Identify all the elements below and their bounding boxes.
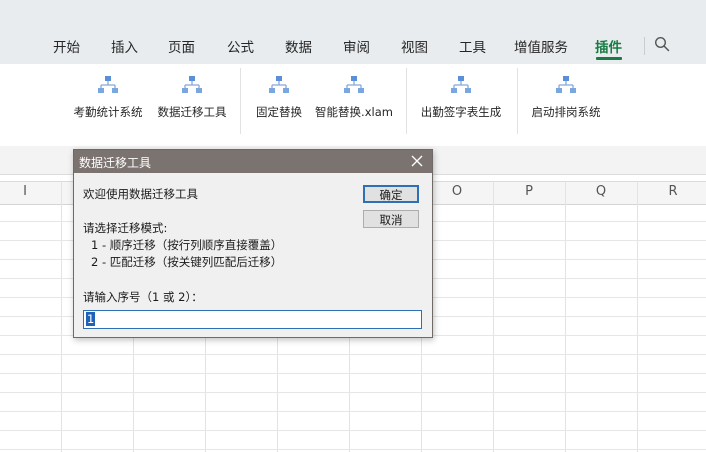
org-chart-icon [269, 76, 289, 93]
search-icon[interactable] [654, 36, 670, 52]
input-value: 1 [86, 312, 96, 326]
ribbon-divider [240, 68, 241, 134]
ribbon-button-label: 固定替换 [256, 105, 302, 119]
data-migration-button[interactable]: 数据迁移工具 [155, 74, 229, 120]
column-header-r[interactable]: R [637, 184, 706, 199]
menu-tools[interactable]: 工具 [459, 36, 486, 56]
org-chart-icon [344, 76, 364, 93]
ribbon-button-label: 出勤签字表生成 [420, 105, 502, 119]
org-chart-icon [556, 76, 576, 93]
option-sequential: 1 - 顺序迁移（按行列顺序直接覆盖） [91, 238, 283, 252]
org-chart-icon [451, 76, 471, 93]
ribbon-divider [406, 68, 407, 134]
data-migration-dialog: 数据迁移工具 欢迎使用数据迁移工具 请选择迁移模式: 1 - 顺序迁移（按行列顺… [73, 149, 433, 338]
shift-scheduling-button[interactable]: 启动排岗系统 [529, 74, 603, 120]
dialog-title: 数据迁移工具 [79, 156, 152, 170]
menu-value-added[interactable]: 增值服务 [514, 36, 568, 56]
ribbon-button-label: 考勤统计系统 [73, 105, 143, 119]
ribbon-button-label: 数据迁移工具 [157, 105, 227, 119]
menu-bar: 开始 插入 页面 公式 数据 审阅 视图 工具 增值服务 插件 [0, 0, 706, 64]
column-header-i[interactable]: I [0, 184, 61, 199]
menu-review[interactable]: 审阅 [343, 36, 370, 56]
option-match: 2 - 匹配迁移（按关键列匹配后迁移） [91, 255, 283, 269]
dialog-title-bar[interactable]: 数据迁移工具 [74, 150, 432, 173]
ribbon: 考勤统计系统 数据迁移工具 固定替换 智能替换.xlam 出勤签字表生成 启动排… [0, 64, 706, 147]
fixed-replace-button[interactable]: 固定替换 [253, 74, 305, 120]
attendance-sign-sheet-button[interactable]: 出勤签字表生成 [418, 74, 504, 120]
menu-home[interactable]: 开始 [53, 36, 80, 56]
menu-view[interactable]: 视图 [401, 36, 428, 56]
smart-replace-button[interactable]: 智能替换.xlam [314, 74, 394, 120]
ribbon-divider [517, 68, 518, 134]
menu-page[interactable]: 页面 [168, 36, 195, 56]
org-chart-icon [182, 76, 202, 93]
attendance-stats-button[interactable]: 考勤统计系统 [71, 74, 145, 120]
org-chart-icon [98, 76, 118, 93]
mode-prompt: 请选择迁移模式: [83, 221, 168, 235]
menu-data[interactable]: 数据 [285, 36, 312, 56]
column-header-p[interactable]: P [493, 184, 565, 199]
ribbon-button-label: 智能替换.xlam [315, 105, 393, 119]
close-icon[interactable] [409, 153, 425, 169]
menu-formula[interactable]: 公式 [227, 36, 254, 56]
input-prompt: 请输入序号（1 或 2）： [83, 290, 203, 304]
column-header-q[interactable]: Q [565, 184, 637, 199]
active-tab-indicator [596, 57, 622, 60]
cancel-button[interactable]: 取消 [363, 210, 419, 228]
menu-insert[interactable]: 插入 [111, 36, 138, 56]
ok-button[interactable]: 确定 [363, 185, 419, 203]
menu-plugins[interactable]: 插件 [595, 36, 622, 56]
welcome-text: 欢迎使用数据迁移工具 [83, 187, 198, 201]
menu-divider [644, 37, 645, 55]
ribbon-button-label: 启动排岗系统 [531, 105, 601, 119]
mode-number-input[interactable]: 1 [83, 310, 422, 329]
